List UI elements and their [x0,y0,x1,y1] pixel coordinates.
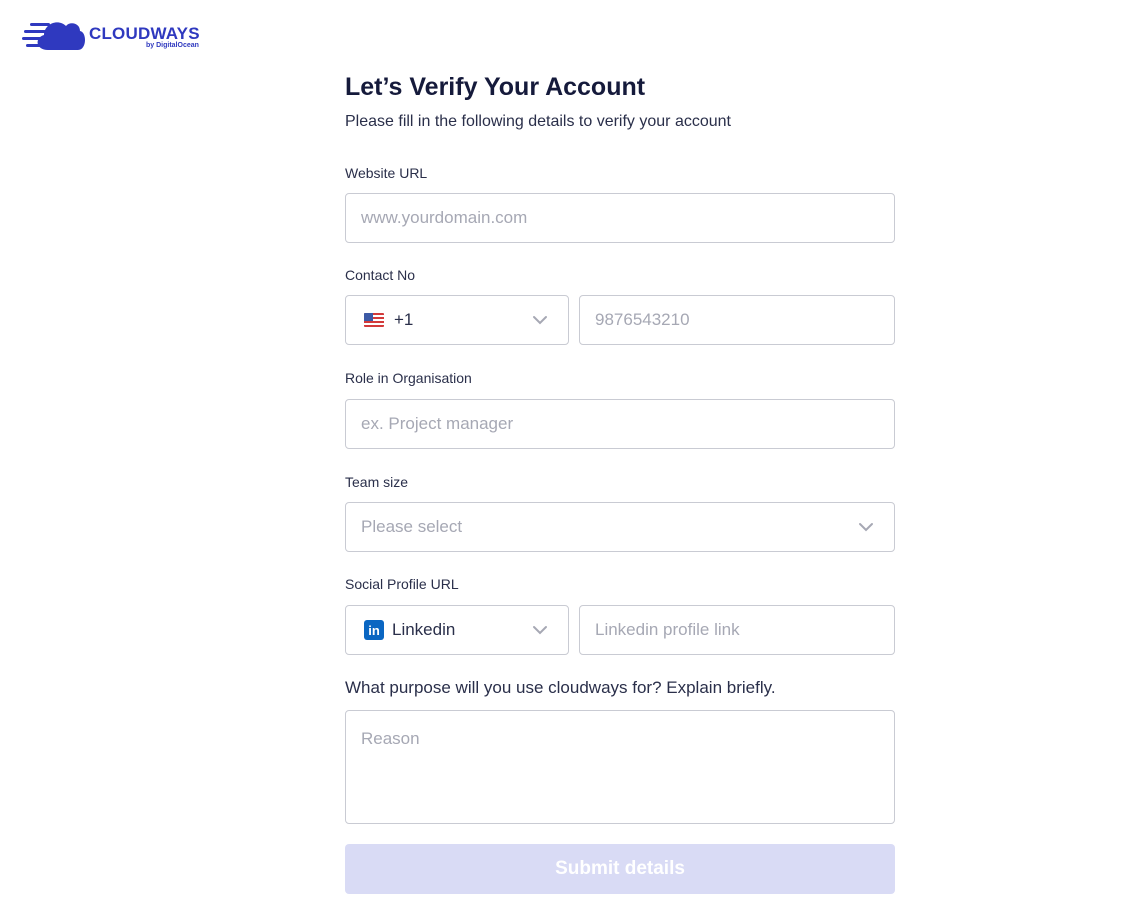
chevron-down-icon [533,626,547,635]
page-title: Let’s Verify Your Account [345,73,646,101]
team-size-select[interactable]: Please select [345,502,895,552]
submit-button[interactable]: Submit details [345,844,895,894]
chevron-down-icon [533,316,547,325]
role-input[interactable] [346,400,894,448]
website-url-label: Website URL [345,165,428,181]
verify-form: Let’s Verify Your Account Please fill in… [345,70,895,894]
brand-name: CLOUDWAYS [89,24,200,43]
website-url-input[interactable] [346,194,894,242]
social-profile-label: Social Profile URL [345,576,459,592]
country-code-value: +1 [394,310,414,329]
purpose-field[interactable] [345,710,895,824]
phone-number-input[interactable] [580,296,894,344]
us-flag-icon [364,313,384,327]
contact-no-label: Contact No [345,267,416,283]
linkedin-icon: in [364,620,384,640]
brand-byline: by DigitalOcean [146,42,199,49]
social-profile-input[interactable] [580,606,894,654]
social-profile-field[interactable] [579,605,895,655]
role-field[interactable] [345,399,895,449]
cloudways-logo: CLOUDWAYS by DigitalOcean [22,16,222,56]
cloud-logo-icon [22,22,86,50]
social-network-value: Linkedin [392,620,456,639]
chevron-down-icon [859,523,873,532]
website-url-field[interactable] [345,193,895,243]
social-network-select[interactable]: in Linkedin [345,605,569,655]
team-size-placeholder: Please select [361,517,463,536]
purpose-textarea[interactable] [346,711,894,823]
phone-number-field[interactable] [579,295,895,345]
role-label: Role in Organisation [345,370,472,386]
country-code-select[interactable]: +1 [345,295,569,345]
team-size-label: Team size [345,474,409,490]
purpose-label: What purpose will you use cloudways for?… [345,678,776,697]
page-subtitle: Please fill in the following details to … [345,113,731,130]
